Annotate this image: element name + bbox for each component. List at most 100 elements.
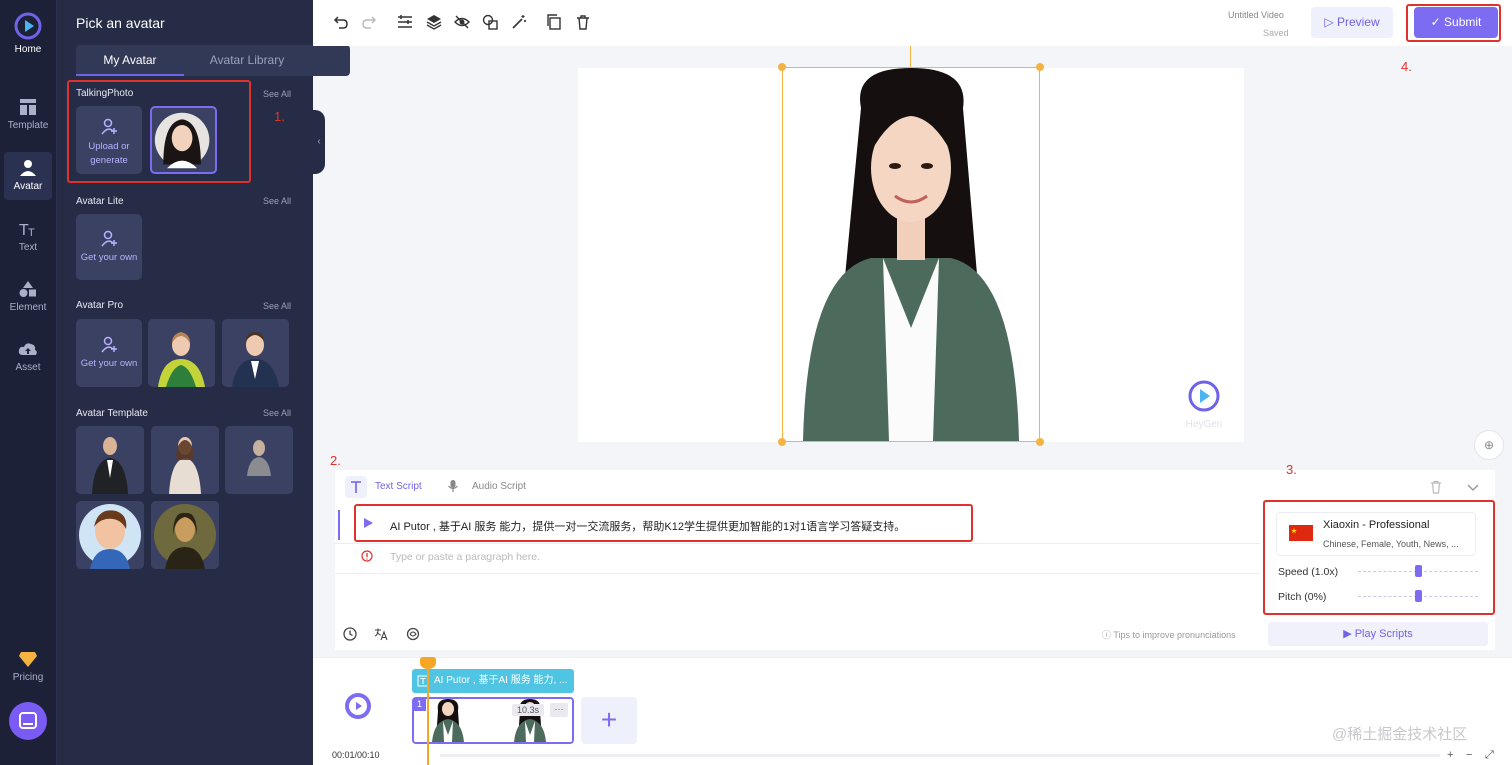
see-all-avatar-pro[interactable]: See All xyxy=(263,301,291,311)
annotation-box-1 xyxy=(67,80,251,183)
undo-icon[interactable] xyxy=(333,14,349,30)
rail-template[interactable]: Template xyxy=(0,98,56,131)
template-icon xyxy=(20,99,36,115)
resize-handle-bl[interactable] xyxy=(778,438,786,446)
template-cartoon-image xyxy=(76,501,144,569)
template-avatar-elder[interactable] xyxy=(225,426,293,494)
clip-more-button[interactable]: ··· xyxy=(550,703,568,717)
section-avatar-lite: Avatar Lite xyxy=(76,196,124,207)
timeline-scrollbar[interactable] xyxy=(440,754,1440,757)
tab-avatar-library[interactable]: Avatar Library xyxy=(184,45,310,76)
annotation-label-2: 2. xyxy=(330,453,341,468)
save-status: Saved xyxy=(1263,28,1289,38)
rail-element-label: Element xyxy=(9,302,47,313)
pronunciation-tips-link[interactable]: ⓘ Tips to improve pronunciations xyxy=(1102,628,1236,641)
diamond-icon xyxy=(19,652,37,667)
info-icon: ⓘ xyxy=(1102,630,1112,640)
template-avatar-mona-lisa[interactable] xyxy=(151,501,219,569)
avatar-pro-man[interactable] xyxy=(222,319,289,387)
preview-button[interactable]: ▷ Preview xyxy=(1311,7,1393,38)
resize-handle-br[interactable] xyxy=(1036,438,1044,446)
add-person-icon xyxy=(101,336,117,353)
template-woman-blazer-image xyxy=(151,426,219,494)
add-scene-button[interactable]: + xyxy=(581,697,637,744)
see-all-avatar-template[interactable]: See All xyxy=(263,408,291,418)
rail-pricing-label: Pricing xyxy=(12,672,44,683)
resize-handle-tl[interactable] xyxy=(778,63,786,71)
trash-icon[interactable] xyxy=(575,14,591,30)
clip-number: 1 xyxy=(413,698,426,711)
rail-avatar[interactable]: Avatar xyxy=(4,152,52,200)
template-avatar-man-suit[interactable] xyxy=(76,426,144,494)
cloud-upload-icon xyxy=(18,343,37,355)
magic-wand-icon[interactable] xyxy=(511,14,527,30)
ai-assist-icon[interactable] xyxy=(406,627,420,641)
china-flag-icon xyxy=(1289,525,1313,541)
tab-audio-script[interactable]: Audio Script xyxy=(472,481,526,492)
section-avatar-pro: Avatar Pro xyxy=(76,300,124,311)
hide-icon[interactable] xyxy=(454,14,470,30)
tab-my-avatar[interactable]: My Avatar xyxy=(76,45,184,76)
chat-support-button[interactable] xyxy=(9,702,47,740)
get-your-own-lite-card[interactable]: Get your own xyxy=(76,214,142,280)
play-outline-icon: ▷ xyxy=(1324,15,1334,29)
annotation-label-3: 3. xyxy=(1286,462,1297,477)
collapse-panel-button[interactable]: ‹ xyxy=(313,110,325,174)
template-man-suit-image xyxy=(76,426,144,494)
clock-icon[interactable] xyxy=(343,627,357,641)
redo-icon[interactable] xyxy=(361,14,377,30)
timeline-expand[interactable]: ⤢ xyxy=(1485,749,1494,762)
script-divider-1 xyxy=(335,543,1260,544)
chat-icon xyxy=(19,712,37,729)
chevron-left-icon: ‹ xyxy=(317,136,321,147)
warning-icon xyxy=(361,550,373,562)
rail-element[interactable]: Element xyxy=(0,280,56,313)
rail-text[interactable]: TT Text xyxy=(0,220,56,253)
timeline-play-button[interactable] xyxy=(345,693,371,719)
left-rail: Home Template Avatar TT Text Element Ass… xyxy=(0,0,57,765)
layers-icon[interactable] xyxy=(426,14,442,30)
timeline-zoom-out[interactable]: − xyxy=(1466,749,1472,761)
timeline-zoom-in[interactable]: + xyxy=(1447,749,1453,761)
shapes-icon[interactable] xyxy=(482,14,498,30)
video-title[interactable]: Untitled Video xyxy=(1228,10,1284,20)
element-icon xyxy=(19,281,36,297)
pitch-slider-knob[interactable] xyxy=(1415,590,1422,602)
pitch-label: Pitch (0%) xyxy=(1278,591,1327,603)
play-scripts-label: Play Scripts xyxy=(1354,628,1413,640)
rail-pricing[interactable]: Pricing xyxy=(0,650,56,683)
translate-icon[interactable] xyxy=(374,627,388,641)
get-your-own-pro-card[interactable]: Get your own xyxy=(76,319,142,387)
speed-slider-knob[interactable] xyxy=(1415,565,1422,577)
annotation-label-4: 4. xyxy=(1401,59,1412,74)
avatar-tabs: My Avatar Avatar Library xyxy=(76,45,350,76)
timeline-text-clip[interactable]: AI Putor , 基于AI 服务 能力, ... xyxy=(412,669,574,693)
rail-avatar-label: Avatar xyxy=(13,181,43,192)
rail-text-label: Text xyxy=(18,242,38,253)
align-icon[interactable] xyxy=(397,14,413,30)
rail-home[interactable]: Home xyxy=(0,12,56,55)
panel-title: Pick an avatar xyxy=(76,15,165,31)
zoom-canvas-button[interactable]: ⊕ xyxy=(1474,430,1504,460)
chevron-down-icon[interactable] xyxy=(1466,480,1480,494)
clip-duration: 10.3s xyxy=(512,704,545,716)
avatar-pro-man-image xyxy=(222,319,289,387)
rail-asset[interactable]: Asset xyxy=(0,340,56,373)
get-your-own-label: Get your own xyxy=(80,358,138,369)
play-scripts-button[interactable]: ▶ Play Scripts xyxy=(1268,622,1488,646)
duplicate-icon[interactable] xyxy=(546,14,562,30)
playhead-handle[interactable] xyxy=(420,657,436,669)
see-all-avatar-lite[interactable]: See All xyxy=(263,196,291,206)
template-avatar-cartoon[interactable] xyxy=(76,501,144,569)
resize-handle-tr[interactable] xyxy=(1036,63,1044,71)
template-mona-lisa-image xyxy=(151,501,219,569)
avatar-pro-woman[interactable] xyxy=(148,319,215,387)
template-avatar-woman-blazer[interactable] xyxy=(151,426,219,494)
active-line-marker xyxy=(338,510,340,540)
heygen-logo-icon xyxy=(14,12,42,40)
microphone-icon[interactable] xyxy=(446,479,460,493)
tab-text-script[interactable]: Text Script xyxy=(375,481,422,492)
script-placeholder[interactable]: Type or paste a paragraph here. xyxy=(390,551,540,563)
delete-script-icon[interactable] xyxy=(1429,480,1443,494)
see-all-talking-photo[interactable]: See All xyxy=(263,89,291,99)
